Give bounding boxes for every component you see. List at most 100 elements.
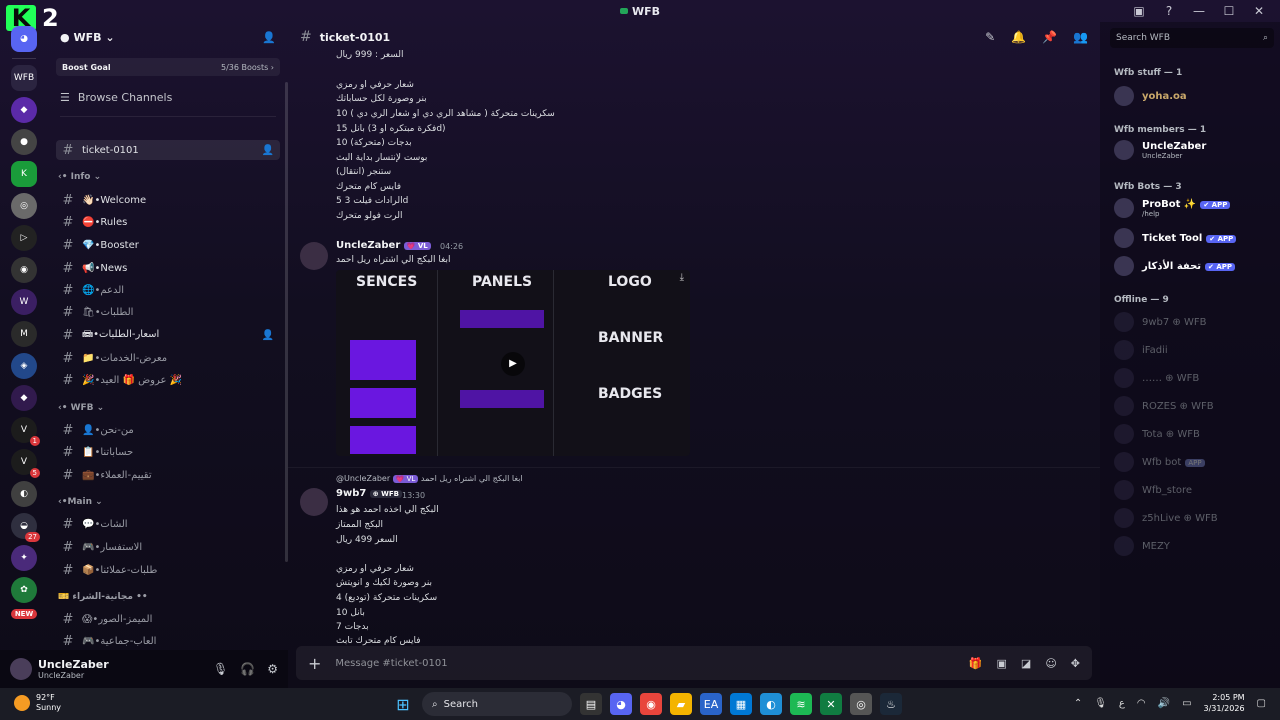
channel-category[interactable]: ‹• Info ⌄: [58, 172, 101, 182]
gif-icon[interactable]: ▣: [997, 657, 1007, 670]
channel-category[interactable]: 🎫 مجانية-الشراء ••: [58, 592, 148, 602]
server-icon-kick[interactable]: K: [11, 161, 37, 187]
channel-item[interactable]: # 💬•الشات: [56, 514, 280, 534]
member-item-offline[interactable]: Wfb bot APP: [1114, 452, 1205, 472]
member-item-offline[interactable]: Tota ⊕ WFB: [1114, 424, 1200, 444]
reply-reference[interactable]: @UncleZaber 💗 VL ابغا البكج الي اشتراه ر…: [336, 474, 523, 483]
server-icon[interactable]: ◈: [11, 353, 37, 379]
wifi-icon[interactable]: ◠: [1137, 698, 1146, 709]
channel-item[interactable]: # ticket-0101 👤: [56, 140, 280, 160]
channel-category[interactable]: ‹•Main ⌄: [58, 497, 103, 507]
chrome-icon[interactable]: ◉: [640, 693, 662, 715]
app-icon[interactable]: ◎: [850, 693, 872, 715]
channel-item[interactable]: # 🎉•عروض 🎁 العيد 🎉: [56, 370, 280, 390]
channel-item[interactable]: # 📦•طلبات-عملائنا: [56, 560, 280, 580]
server-icon[interactable]: ◎: [11, 193, 37, 219]
member-item-offline[interactable]: …… ⊕ WFB: [1114, 368, 1199, 388]
server-icon[interactable]: ◉: [11, 257, 37, 283]
channel-item[interactable]: # 📁•معرض-الخدمات: [56, 348, 280, 368]
channel-item[interactable]: # 🎮•الاستفسار: [56, 537, 280, 557]
member-item[interactable]: تحفة الأذكار ✔ APP: [1114, 256, 1236, 276]
server-icon[interactable]: ◆: [11, 97, 37, 123]
channel-item[interactable]: # 😱•الميمز-الصور: [56, 609, 280, 629]
headphones-icon[interactable]: 🎧: [240, 662, 255, 676]
edge-icon[interactable]: ◐: [760, 693, 782, 715]
play-icon[interactable]: ▶: [501, 352, 525, 376]
microphone-icon[interactable]: 🎙: [213, 662, 228, 676]
channel-item[interactable]: # ⛔•Rules: [56, 212, 280, 232]
windows-start-icon[interactable]: ⊞: [392, 693, 414, 715]
maximize-button[interactable]: ☐: [1214, 4, 1244, 18]
channel-item[interactable]: # 👋🏻•Welcome: [56, 190, 280, 210]
channel-item[interactable]: # 👤•من-نحن: [56, 420, 280, 440]
server-icon[interactable]: V5: [11, 449, 40, 478]
xbox-icon[interactable]: ✕: [820, 693, 842, 715]
discord-home-icon[interactable]: ◕: [11, 26, 37, 52]
server-icon[interactable]: ◒ 27: [11, 513, 40, 542]
help-icon[interactable]: ?: [1154, 4, 1184, 18]
server-icon[interactable]: ●: [11, 129, 37, 155]
volume-icon[interactable]: 🔊: [1158, 698, 1170, 709]
member-item-offline[interactable]: z5hLive ⊕ WFB: [1114, 508, 1218, 528]
file-explorer-icon[interactable]: ▰: [670, 693, 692, 715]
message-author[interactable]: 9wb7 ⊕ WFB: [336, 488, 402, 499]
channel-item[interactable]: # 📋•حساباتنا: [56, 442, 280, 462]
add-member-icon[interactable]: 👤: [262, 330, 274, 341]
microphone-icon[interactable]: 🎙: [1094, 698, 1107, 709]
inbox-icon[interactable]: ▣: [1124, 4, 1154, 18]
boost-goal-bar[interactable]: Boost Goal 5/36 Boosts ›: [56, 58, 280, 76]
member-item-offline[interactable]: ROZES ⊕ WFB: [1114, 396, 1214, 416]
server-icon[interactable]: ◐: [11, 481, 37, 507]
channel-item[interactable]: # 💎•Booster: [56, 235, 280, 255]
apps-icon[interactable]: ✥: [1071, 657, 1080, 670]
ea-app-icon[interactable]: EA: [700, 693, 722, 715]
task-view-icon[interactable]: ▤: [580, 693, 602, 715]
add-member-icon[interactable]: 👤: [262, 145, 274, 156]
member-item[interactable]: Ticket Tool ✔ APP: [1114, 228, 1237, 248]
message-input[interactable]: Message #ticket-0101: [335, 658, 447, 669]
member-list-icon[interactable]: 👥: [1073, 30, 1088, 44]
channel-item[interactable]: # 🛍•الطلبات: [56, 302, 280, 322]
member-item[interactable]: ProBot ✨ ✔ APP/help: [1114, 198, 1231, 218]
settings-gear-icon[interactable]: ⚙: [267, 662, 278, 676]
channel-item[interactable]: # 📾•اسعار-الطلبات 👤: [56, 325, 280, 345]
emoji-icon[interactable]: ☺: [1045, 657, 1056, 670]
member-item[interactable]: UncleZaber UncleZaber: [1114, 140, 1206, 160]
message-author[interactable]: UncleZaber 💗 VL: [336, 240, 431, 251]
channel-item[interactable]: # 🌐•الدعم: [56, 280, 280, 300]
clock[interactable]: 2:05 PM 3/31/2026: [1204, 692, 1245, 714]
channel-item[interactable]: # 📢•News: [56, 258, 280, 278]
server-icon[interactable]: ✦: [11, 545, 37, 571]
language-indicator[interactable]: ع: [1119, 698, 1125, 709]
download-icon[interactable]: ⤓: [680, 272, 684, 283]
member-item-offline[interactable]: Wfb_store: [1114, 480, 1192, 500]
server-icon[interactable]: ▷: [11, 225, 37, 251]
server-icon[interactable]: ◆: [11, 385, 37, 411]
member-item-offline[interactable]: iFadii: [1114, 340, 1168, 360]
search-input[interactable]: Search WFB ⌕: [1110, 28, 1274, 48]
member-item-offline[interactable]: MEZY: [1114, 536, 1170, 556]
channel-category[interactable]: ‹• WFB ⌄: [58, 403, 104, 413]
avatar[interactable]: [10, 658, 32, 680]
gift-icon[interactable]: 🎁: [969, 657, 983, 670]
store-icon[interactable]: ▦: [730, 693, 752, 715]
pin-icon[interactable]: 📌: [1042, 30, 1057, 44]
server-header[interactable]: ● WFB ⌄ 👤: [48, 22, 288, 52]
notification-icon[interactable]: ▢: [1257, 698, 1266, 709]
add-member-icon[interactable]: 👤: [262, 31, 276, 44]
member-item[interactable]: yoha.oa: [1114, 86, 1187, 106]
avatar[interactable]: [300, 242, 328, 270]
spotify-icon[interactable]: ≋: [790, 693, 812, 715]
minimize-button[interactable]: —: [1184, 4, 1214, 18]
sticker-icon[interactable]: ◪: [1021, 657, 1031, 670]
threads-icon[interactable]: ✎: [985, 30, 995, 44]
server-icon-wfb[interactable]: WFB: [11, 65, 37, 91]
chevron-up-icon[interactable]: ⌃: [1074, 698, 1082, 709]
server-icon[interactable]: M: [11, 321, 37, 347]
channel-item[interactable]: # 💼•تقييم-العملاء: [56, 465, 280, 485]
server-icon[interactable]: ✿: [11, 577, 37, 603]
battery-icon[interactable]: ▭: [1182, 698, 1191, 709]
browse-channels[interactable]: ☰ Browse Channels: [48, 86, 288, 108]
server-icon[interactable]: V1: [11, 417, 40, 446]
user-info[interactable]: UncleZaber UncleZaber: [38, 658, 109, 680]
